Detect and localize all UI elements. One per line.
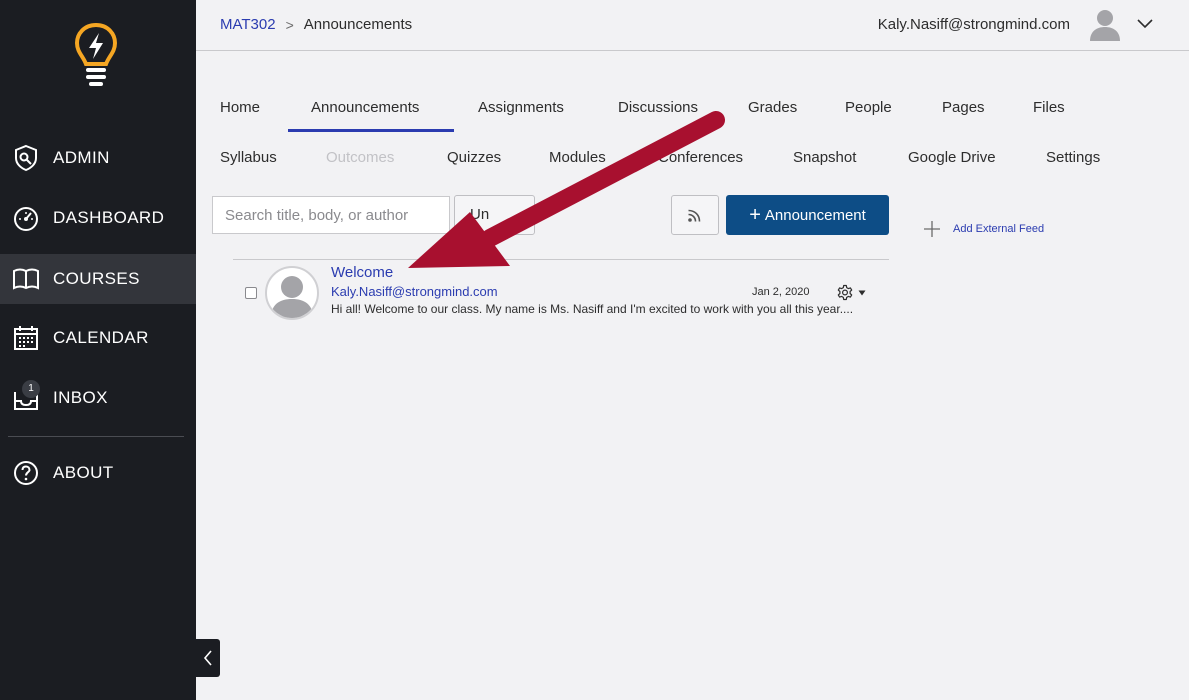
sidebar-item-label: ABOUT (53, 463, 114, 482)
add-announcement-button[interactable]: + Announcement (726, 195, 889, 235)
dashboard-gauge-icon (12, 204, 40, 232)
rss-feed-button[interactable] (671, 195, 719, 235)
question-icon (12, 459, 40, 487)
list-divider (233, 259, 889, 260)
tab-settings[interactable]: Settings (1046, 149, 1100, 166)
announcement-author-link[interactable]: Kaly.Nasiff@strongmind.com (331, 284, 498, 299)
tab-announcements[interactable]: Announcements (311, 99, 419, 116)
rss-icon (688, 209, 701, 222)
user-menu-chevron-down-icon[interactable] (1136, 16, 1154, 30)
tab-modules[interactable]: Modules (549, 149, 606, 166)
add-external-feed-label: Add External Feed (953, 223, 1045, 235)
sidebar-item-calendar[interactable]: CALENDAR (0, 313, 196, 363)
tab-grades[interactable]: Grades (748, 99, 797, 116)
sidebar: ADMIN DASHBOARD COURSES CALENDAR INBOX 1… (0, 0, 196, 700)
tab-syllabus[interactable]: Syllabus (220, 149, 277, 166)
add-external-feed-link[interactable]: Add External Feed (923, 220, 1044, 238)
calendar-icon (12, 324, 40, 352)
inbox-unread-badge: 1 (22, 380, 40, 398)
sidebar-item-courses[interactable]: COURSES (0, 254, 196, 304)
sidebar-item-label: ADMIN (53, 148, 110, 167)
user-avatar-icon[interactable] (1089, 8, 1121, 42)
tab-people[interactable]: People (845, 99, 892, 116)
sidebar-item-about[interactable]: ABOUT (0, 448, 196, 498)
filter-button-label: Un (470, 206, 490, 223)
book-icon (12, 265, 40, 293)
sidebar-item-label: CALENDAR (53, 328, 149, 347)
sidebar-item-label: COURSES (53, 269, 140, 288)
announcement-settings-menu[interactable] (836, 284, 866, 302)
author-avatar (265, 266, 319, 320)
breadcrumb-course-link[interactable]: MAT302 (220, 16, 276, 33)
announcement-select-checkbox[interactable] (245, 287, 257, 299)
breadcrumb-current: Announcements (303, 16, 413, 33)
filter-button[interactable]: Un (454, 195, 535, 235)
add-announcement-label: Announcement (764, 206, 866, 224)
tab-quizzes[interactable]: Quizzes (447, 149, 501, 166)
active-tab-indicator (288, 129, 454, 132)
collapse-sidebar-button[interactable] (196, 639, 220, 677)
gear-icon (837, 284, 853, 301)
announcement-date: Jan 2, 2020 (752, 286, 810, 298)
caret-down-icon (858, 290, 866, 296)
sidebar-item-admin[interactable]: ADMIN (0, 133, 196, 183)
breadcrumb-separator: > (285, 16, 294, 33)
tab-conferences[interactable]: Conferences (658, 149, 743, 166)
user-email[interactable]: Kaly.Nasiff@strongmind.com (878, 16, 1070, 33)
tab-files[interactable]: Files (1033, 99, 1065, 116)
tab-outcomes: Outcomes (326, 149, 395, 166)
tab-assignments[interactable]: Assignments (478, 99, 564, 116)
tab-home[interactable]: Home (220, 99, 260, 116)
tab-pages[interactable]: Pages (942, 99, 985, 116)
search-input[interactable] (212, 196, 450, 234)
sidebar-divider (8, 436, 184, 437)
chevron-left-icon (203, 650, 212, 666)
lightbulb-logo-icon[interactable] (74, 22, 118, 88)
tab-discussions[interactable]: Discussions (618, 99, 698, 116)
breadcrumb: MAT302 > Announcements (220, 16, 412, 33)
sidebar-item-label: DASHBOARD (53, 208, 165, 227)
sidebar-item-dashboard[interactable]: DASHBOARD (0, 193, 196, 243)
announcement-title-link[interactable]: Welcome (331, 264, 393, 281)
announcement-excerpt: Hi all! Welcome to our class. My name is… (331, 302, 854, 316)
plus-icon: + (749, 204, 761, 226)
tab-google-drive[interactable]: Google Drive (908, 149, 996, 166)
plus-icon (924, 221, 940, 237)
sidebar-item-label: INBOX (53, 388, 108, 407)
admin-shield-icon (12, 144, 40, 172)
top-bar: MAT302 > Announcements Kaly.Nasiff@stron… (196, 0, 1189, 51)
default-user-icon (271, 276, 313, 318)
tab-snapshot[interactable]: Snapshot (793, 149, 856, 166)
